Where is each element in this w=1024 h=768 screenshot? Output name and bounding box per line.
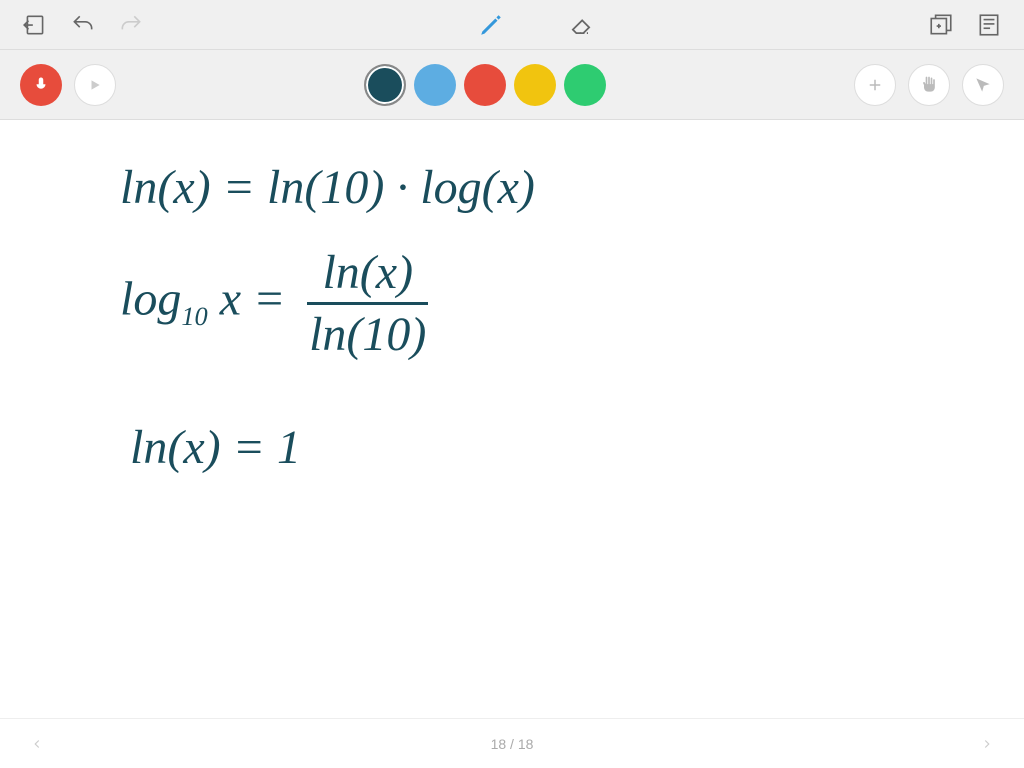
play-icon bbox=[88, 78, 102, 92]
redo-icon bbox=[118, 12, 144, 38]
page-indicator: 18 / 18 bbox=[491, 736, 534, 752]
handwriting-line-2: log10 x = ln(x) ln(10) bbox=[120, 245, 428, 362]
second-toolbar bbox=[0, 50, 1024, 120]
exit-icon bbox=[22, 12, 48, 38]
bottom-bar: 18 / 18 bbox=[0, 718, 1024, 768]
hand-icon bbox=[919, 75, 939, 95]
handwriting-line-1: ln(x) = ln(10) · log(x) bbox=[120, 160, 535, 215]
record-button[interactable] bbox=[20, 64, 62, 106]
handwriting-line-3: ln(x) = 1 bbox=[130, 420, 301, 475]
eraser-tool-button[interactable] bbox=[566, 10, 596, 40]
add-page-button[interactable] bbox=[854, 64, 896, 106]
color-red[interactable] bbox=[464, 64, 506, 106]
color-green[interactable] bbox=[564, 64, 606, 106]
microphone-icon bbox=[32, 76, 50, 94]
color-blue[interactable] bbox=[414, 64, 456, 106]
toolbar-right-group bbox=[926, 10, 1004, 40]
drawing-canvas[interactable]: ln(x) = ln(10) · log(x) log10 x = ln(x) … bbox=[0, 120, 1024, 718]
play-button[interactable] bbox=[74, 64, 116, 106]
exit-button[interactable] bbox=[20, 10, 50, 40]
pointer-icon bbox=[973, 75, 993, 95]
next-page-button[interactable] bbox=[970, 724, 1004, 764]
recording-controls bbox=[20, 64, 116, 106]
hw-sub10: 10 bbox=[181, 301, 207, 331]
layers-icon bbox=[928, 12, 954, 38]
plus-icon bbox=[866, 76, 884, 94]
color-dark-teal[interactable] bbox=[364, 64, 406, 106]
hw-denominator: ln(10) bbox=[309, 305, 426, 362]
hw-log: log bbox=[120, 273, 181, 326]
document-icon bbox=[976, 12, 1002, 38]
document-button[interactable] bbox=[974, 10, 1004, 40]
layers-button[interactable] bbox=[926, 10, 956, 40]
undo-button[interactable] bbox=[68, 10, 98, 40]
chevron-left-icon bbox=[30, 734, 44, 754]
pointer-tool-button[interactable] bbox=[962, 64, 1004, 106]
prev-page-button[interactable] bbox=[20, 724, 54, 764]
top-toolbar bbox=[0, 0, 1024, 50]
hw-xeq: x = bbox=[220, 273, 286, 326]
pencil-icon bbox=[478, 12, 504, 38]
hand-tool-button[interactable] bbox=[908, 64, 950, 106]
toolbar-center-group bbox=[476, 10, 596, 40]
page-controls bbox=[854, 64, 1004, 106]
toolbar-left-group bbox=[20, 10, 146, 40]
chevron-right-icon bbox=[980, 734, 994, 754]
redo-button[interactable] bbox=[116, 10, 146, 40]
undo-icon bbox=[70, 12, 96, 38]
hw-numerator: ln(x) bbox=[307, 245, 428, 305]
eraser-icon bbox=[567, 11, 595, 39]
pen-tool-button[interactable] bbox=[476, 10, 506, 40]
color-palette bbox=[364, 64, 606, 106]
color-yellow[interactable] bbox=[514, 64, 556, 106]
hw-fraction: ln(x) ln(10) bbox=[307, 245, 428, 362]
